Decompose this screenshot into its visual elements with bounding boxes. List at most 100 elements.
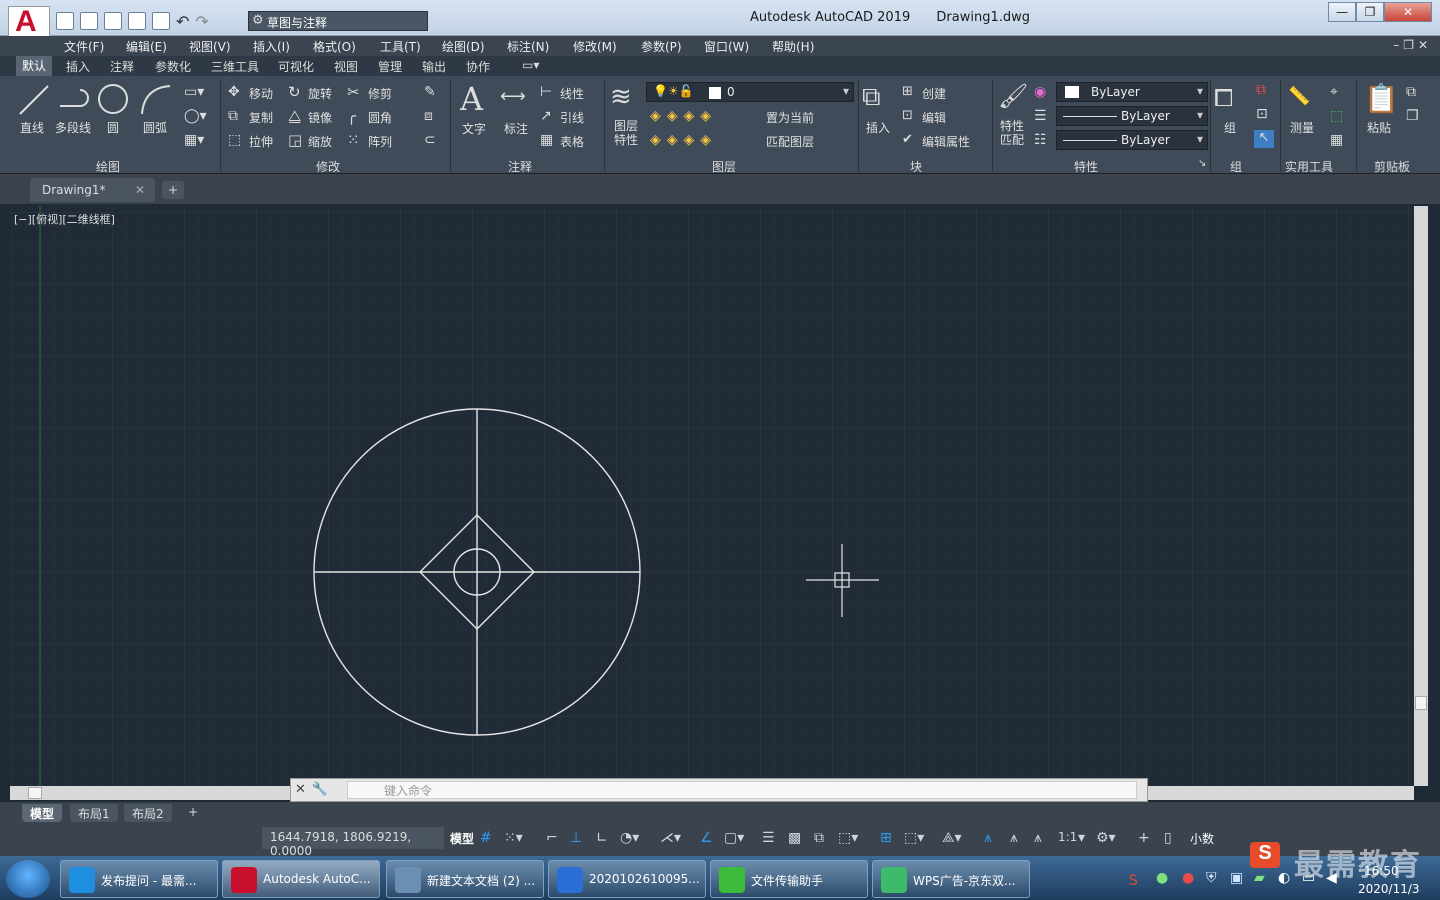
menu-parametric[interactable]: 参数(P) [641, 38, 682, 55]
gizmo-icon[interactable]: ⟁▾ [942, 830, 962, 846]
line-button[interactable]: 直线 [20, 119, 44, 136]
scroll-thumb[interactable] [1415, 696, 1427, 710]
scroll-thumb[interactable] [28, 787, 42, 799]
taskbar-item-autocad[interactable]: Autodesk AutoC... [222, 860, 380, 898]
minimize-button[interactable]: — [1328, 2, 1356, 22]
grid-display-icon[interactable]: # [480, 830, 492, 846]
tab-3d-tools[interactable]: 三维工具 [211, 58, 259, 75]
color-dropdown[interactable]: ByLayer [1056, 82, 1208, 102]
set-current-button[interactable]: 置为当前 [766, 109, 814, 126]
menu-window[interactable]: 窗口(W) [704, 38, 749, 55]
tab-annotate[interactable]: 注释 [110, 58, 134, 75]
menu-edit[interactable]: 编辑(E) [126, 38, 167, 55]
edit-attributes-button[interactable]: 编辑属性 [922, 133, 970, 150]
dimension-button[interactable]: 标注 [504, 120, 528, 137]
mirror-button[interactable]: 镜像 [308, 109, 332, 126]
menu-insert[interactable]: 插入(I) [253, 38, 290, 55]
group-select-icon[interactable]: ↖ [1254, 130, 1274, 148]
hatch-icon[interactable]: ▦▾ [184, 132, 204, 148]
id-point-icon[interactable]: ⌖ [1330, 84, 1338, 100]
menu-draw[interactable]: 绘图(D) [442, 38, 485, 55]
match-properties-button[interactable]: 特性匹配 [1000, 119, 1024, 147]
menu-view[interactable]: 视图(V) [189, 38, 231, 55]
tab-layout2[interactable]: 布局2 [124, 804, 172, 822]
annotation-visibility-icon[interactable]: ⩚ [984, 830, 992, 846]
taskbar-item-video[interactable]: 2020102610095... [548, 860, 706, 898]
stretch-button[interactable]: 拉伸 [249, 133, 273, 150]
annotation-scale-icon[interactable]: ⩚ [1034, 830, 1042, 846]
sogou-ime-icon[interactable]: Ｓ [1126, 870, 1140, 890]
wechat-tray-icon[interactable]: ● [1156, 870, 1168, 886]
create-block-button[interactable]: 创建 [922, 85, 946, 102]
panel-title-groups[interactable]: 组 [1230, 158, 1242, 175]
ortho-mode-icon[interactable]: ∟ [596, 830, 608, 846]
close-button[interactable]: ✕ [1384, 2, 1432, 22]
tab-insert[interactable]: 插入 [66, 58, 90, 75]
ellipse-icon[interactable]: ◯▾ [184, 108, 207, 124]
open-folder-icon[interactable] [80, 12, 98, 30]
leader-button[interactable]: 引线 [560, 109, 584, 126]
auto-scale-icon[interactable]: ⩚ [1010, 830, 1018, 846]
lineweight-display-icon[interactable]: ☰ [762, 830, 775, 846]
copy-clip-icon[interactable]: ❐ [1406, 108, 1419, 124]
workspace-dropdown[interactable]: ⚙ 草图与注释 [248, 11, 428, 31]
group-edit-icon[interactable]: ⊡ [1256, 106, 1268, 122]
add-layout-icon[interactable]: + [180, 804, 206, 822]
layer-tools-icons-2[interactable]: ◈◈◈◈ [650, 132, 717, 148]
drawing-file-tab[interactable]: Drawing1* ✕ [30, 178, 155, 202]
units-icon[interactable]: ▯ [1164, 830, 1172, 846]
taskbar-item-wechat[interactable]: 文件传输助手 [710, 860, 868, 898]
maximize-button[interactable]: ❐ [1356, 2, 1384, 22]
match-layer-button[interactable]: 匹配图层 [766, 133, 814, 150]
offset-icon[interactable]: ⊂ [424, 132, 436, 148]
print-icon[interactable] [152, 12, 170, 30]
tab-model[interactable]: 模型 [22, 804, 63, 822]
isometric-icon[interactable]: ⋌▾ [660, 830, 681, 846]
rotate-button[interactable]: 旋转 [308, 85, 332, 102]
undo-icon[interactable]: ↶ [176, 12, 189, 31]
document-window-controls[interactable]: –❐✕ [1393, 38, 1432, 52]
polar-tracking-icon[interactable]: ◔▾ [620, 830, 639, 846]
tab-view[interactable]: 视图 [334, 58, 358, 75]
insert-button[interactable]: 插入 [866, 119, 890, 136]
ribbon-toggle-icon[interactable]: ▭▾ [522, 58, 539, 72]
menu-format[interactable]: 格式(O) [313, 38, 356, 55]
measure-button[interactable]: 测量 [1290, 119, 1314, 136]
panel-title-layers[interactable]: 图层 [712, 158, 736, 175]
clock-date[interactable]: 2020/11/3 [1358, 882, 1420, 896]
array-button[interactable]: 阵列 [368, 133, 392, 150]
workspace-gear-icon[interactable]: ⚙▾ [1096, 830, 1116, 846]
infer-constraints-icon[interactable]: ⌐ [546, 830, 558, 846]
dynamic-ucs-icon[interactable]: ⊞ [880, 830, 892, 846]
layer-properties-button[interactable]: 图层特性 [614, 119, 638, 147]
new-tab-button[interactable]: + [162, 181, 184, 199]
menu-tools[interactable]: 工具(T) [380, 38, 421, 55]
dynamic-input-icon[interactable]: ⊥ [570, 830, 582, 846]
fillet-button[interactable]: 圆角 [368, 109, 392, 126]
panel-title-block[interactable]: 块 [910, 158, 922, 175]
quick-select-icon[interactable]: ⬚ [1330, 108, 1343, 124]
shield-icon[interactable]: ⛨ [1206, 870, 1217, 886]
annotation-scale-value[interactable]: 1:1 [1058, 830, 1077, 844]
edit-block-button[interactable]: 编辑 [922, 109, 946, 126]
panel-title-draw[interactable]: 绘图 [96, 158, 120, 175]
cut-icon[interactable]: ⧉ [1406, 84, 1416, 100]
group-button[interactable]: 组 [1224, 119, 1236, 136]
menu-help[interactable]: 帮助(H) [772, 38, 814, 55]
close-tab-icon[interactable]: ✕ [135, 183, 145, 197]
panel-title-annotation[interactable]: 注释 [508, 158, 532, 175]
model-space-button[interactable]: 模型 [450, 830, 474, 847]
move-button[interactable]: 移动 [249, 85, 273, 102]
3d-object-snap-icon[interactable]: ⬚▾ [838, 830, 858, 846]
viewport-controls[interactable]: [−][俯视][二维线框] [14, 211, 115, 227]
new-file-icon[interactable] [56, 12, 74, 30]
layer-tools-icons[interactable]: ◈◈◈◈ [650, 108, 717, 124]
tab-collaborate[interactable]: 协作 [466, 58, 490, 75]
scale-dropdown-icon[interactable]: ▾ [1078, 830, 1085, 846]
panel-title-clipboard[interactable]: 剪贴板 [1374, 158, 1410, 175]
vertical-scrollbar[interactable] [1414, 206, 1428, 786]
linear-button[interactable]: 线性 [560, 85, 584, 102]
coordinates-readout[interactable]: 1644.7918, 1806.9219, 0.0000 [262, 827, 444, 858]
layer-dropdown[interactable]: 💡☀🔓 0 [646, 82, 854, 102]
scale-button[interactable]: 缩放 [308, 133, 332, 150]
